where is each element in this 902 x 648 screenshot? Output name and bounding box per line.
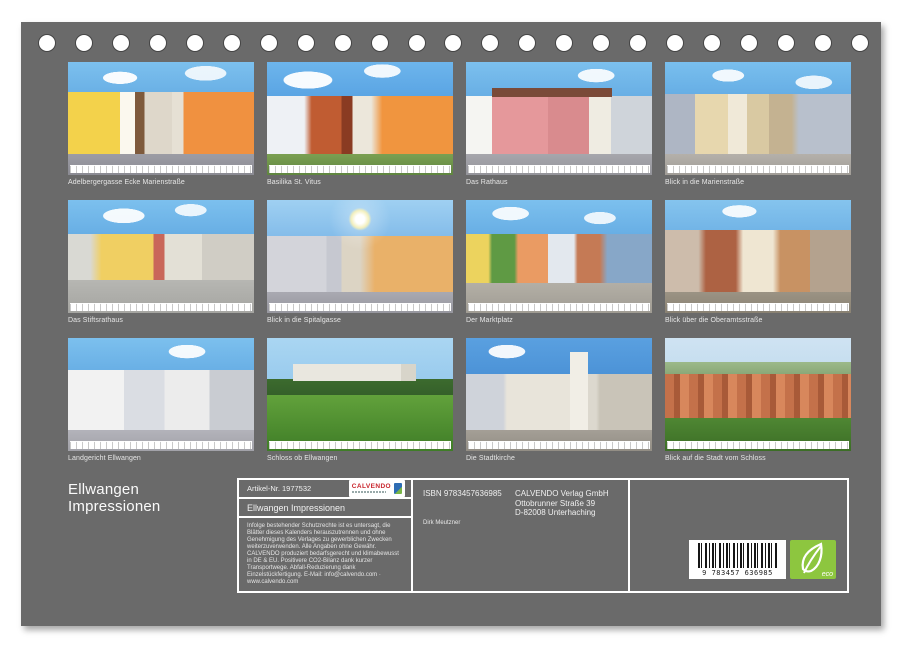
legal-text: Infolge bestehender Schutzrechte ist es … [239, 518, 411, 591]
calendar-strip [70, 303, 252, 311]
binding-hole [149, 34, 167, 52]
photo-thumbnail [68, 62, 254, 175]
photo-thumbnail [665, 338, 851, 451]
binding-hole [814, 34, 832, 52]
binding-hole [444, 34, 462, 52]
calendar-strip [70, 165, 252, 173]
binding-hole [666, 34, 684, 52]
binding-hole [481, 34, 499, 52]
photo-caption: Schloss ob Ellwangen [267, 454, 453, 463]
binding-hole [629, 34, 647, 52]
photo-caption: Das Stiftsrathaus [68, 316, 254, 325]
photo-cell: Blick in die Spitalgasse [267, 200, 453, 325]
eco-badge: eco [790, 540, 836, 579]
calvendo-logo-text: CALVENDO [352, 484, 391, 490]
publisher-line: D-82008 Unterhaching [515, 508, 609, 518]
photo-thumbnail [466, 200, 652, 313]
binding-hole [186, 34, 204, 52]
binding-hole [408, 34, 426, 52]
binding-hole [371, 34, 389, 52]
calendar-strip [269, 303, 451, 311]
photo-caption: Blick auf die Stadt vom Schloss [665, 454, 851, 463]
photo-cell: Adelbergergasse Ecke Marienstraße [68, 62, 254, 187]
binding-hole [777, 34, 795, 52]
publisher-line: CALVENDO Verlag GmbH [515, 489, 609, 499]
photo-thumbnail [267, 200, 453, 313]
info-box: Artikel-Nr. 1977532 CALVENDO Ellwangen I… [237, 478, 849, 593]
publisher-address: CALVENDO Verlag GmbH Ottobrunner Straße … [515, 489, 609, 518]
artikel-row: Artikel-Nr. 1977532 CALVENDO [239, 480, 411, 499]
photo-caption: Blick in die Marienstraße [665, 178, 851, 187]
photo-grid: Adelbergergasse Ecke Marienstraße Basili… [68, 62, 851, 463]
photo-caption: Die Stadtkirche [466, 454, 652, 463]
calendar-strip [269, 441, 451, 449]
binding-hole [112, 34, 130, 52]
isbn: ISBN 9783457636985 [423, 489, 502, 498]
binding-hole [703, 34, 721, 52]
photo-caption: Das Rathaus [466, 178, 652, 187]
calvendo-logo-tagline [352, 491, 386, 493]
photo-cell: Blick in die Marienstraße [665, 62, 851, 187]
binding-hole [334, 34, 352, 52]
photo-cell: Blick über die Oberamtsstraße [665, 200, 851, 325]
binding-hole [851, 34, 869, 52]
photo-thumbnail [267, 62, 453, 175]
photo-caption: Blick in die Spitalgasse [267, 316, 453, 325]
info-box-middle: ISBN 9783457636985 CALVENDO Verlag GmbH … [413, 480, 630, 591]
photo-caption: Landgericht Ellwangen [68, 454, 254, 463]
artikel-nr: Artikel-Nr. 1977532 [247, 484, 311, 493]
photo-cell: Blick auf die Stadt vom Schloss [665, 338, 851, 463]
binding-hole [592, 34, 610, 52]
barcode-bars [698, 543, 777, 568]
binding-hole [740, 34, 758, 52]
photo-cell: Landgericht Ellwangen [68, 338, 254, 463]
binding-hole [518, 34, 536, 52]
photo-thumbnail [665, 62, 851, 175]
photo-caption: Basilika St. Vitus [267, 178, 453, 187]
calendar-strip [70, 441, 252, 449]
photo-thumbnail [466, 62, 652, 175]
barcode-digits: 9 783457 636985 [689, 569, 786, 577]
calendar-strip [269, 165, 451, 173]
info-box-right: 9 783457 636985 eco [630, 480, 847, 591]
binding-holes [38, 34, 869, 52]
binding-hole [260, 34, 278, 52]
binding-hole [38, 34, 56, 52]
photo-thumbnail [68, 200, 254, 313]
author-name: Dirk Meutzner [423, 520, 460, 526]
calendar-strip [468, 165, 650, 173]
photo-cell: Das Stiftsrathaus [68, 200, 254, 325]
photo-caption: Adelbergergasse Ecke Marienstraße [68, 178, 254, 187]
photo-caption: Der Marktplatz [466, 316, 652, 325]
eco-label: eco [822, 571, 833, 578]
binding-hole [297, 34, 315, 52]
calendar-strip [667, 441, 849, 449]
calendar-title: Ellwangen Impressionen [68, 481, 180, 515]
photo-cell: Das Rathaus [466, 62, 652, 187]
photo-cell: Schloss ob Ellwangen [267, 338, 453, 463]
photo-thumbnail [466, 338, 652, 451]
binding-hole [223, 34, 241, 52]
calendar-strip [468, 303, 650, 311]
photo-cell: Basilika St. Vitus [267, 62, 453, 187]
info-box-left: Artikel-Nr. 1977532 CALVENDO Ellwangen I… [239, 480, 413, 591]
binding-hole [555, 34, 573, 52]
calendar-strip [667, 165, 849, 173]
barcode: 9 783457 636985 [689, 540, 786, 579]
publisher-line: Ottobrunner Straße 39 [515, 499, 609, 509]
calendar-back-cover: Adelbergergasse Ecke Marienstraße Basili… [0, 0, 902, 648]
photo-thumbnail [665, 200, 851, 313]
product-title: Ellwangen Impressionen [239, 499, 411, 518]
calendar-strip [667, 303, 849, 311]
photo-cell: Die Stadtkirche [466, 338, 652, 463]
photo-cell: Der Marktplatz [466, 200, 652, 325]
binding-hole [75, 34, 93, 52]
calvendo-logo-mark-icon [394, 483, 402, 494]
photo-thumbnail [68, 338, 254, 451]
photo-thumbnail [267, 338, 453, 451]
calendar-strip [468, 441, 650, 449]
photo-caption: Blick über die Oberamtsstraße [665, 316, 851, 325]
calendar-page: Adelbergergasse Ecke Marienstraße Basili… [21, 22, 881, 626]
calvendo-logo: CALVENDO [349, 480, 405, 497]
